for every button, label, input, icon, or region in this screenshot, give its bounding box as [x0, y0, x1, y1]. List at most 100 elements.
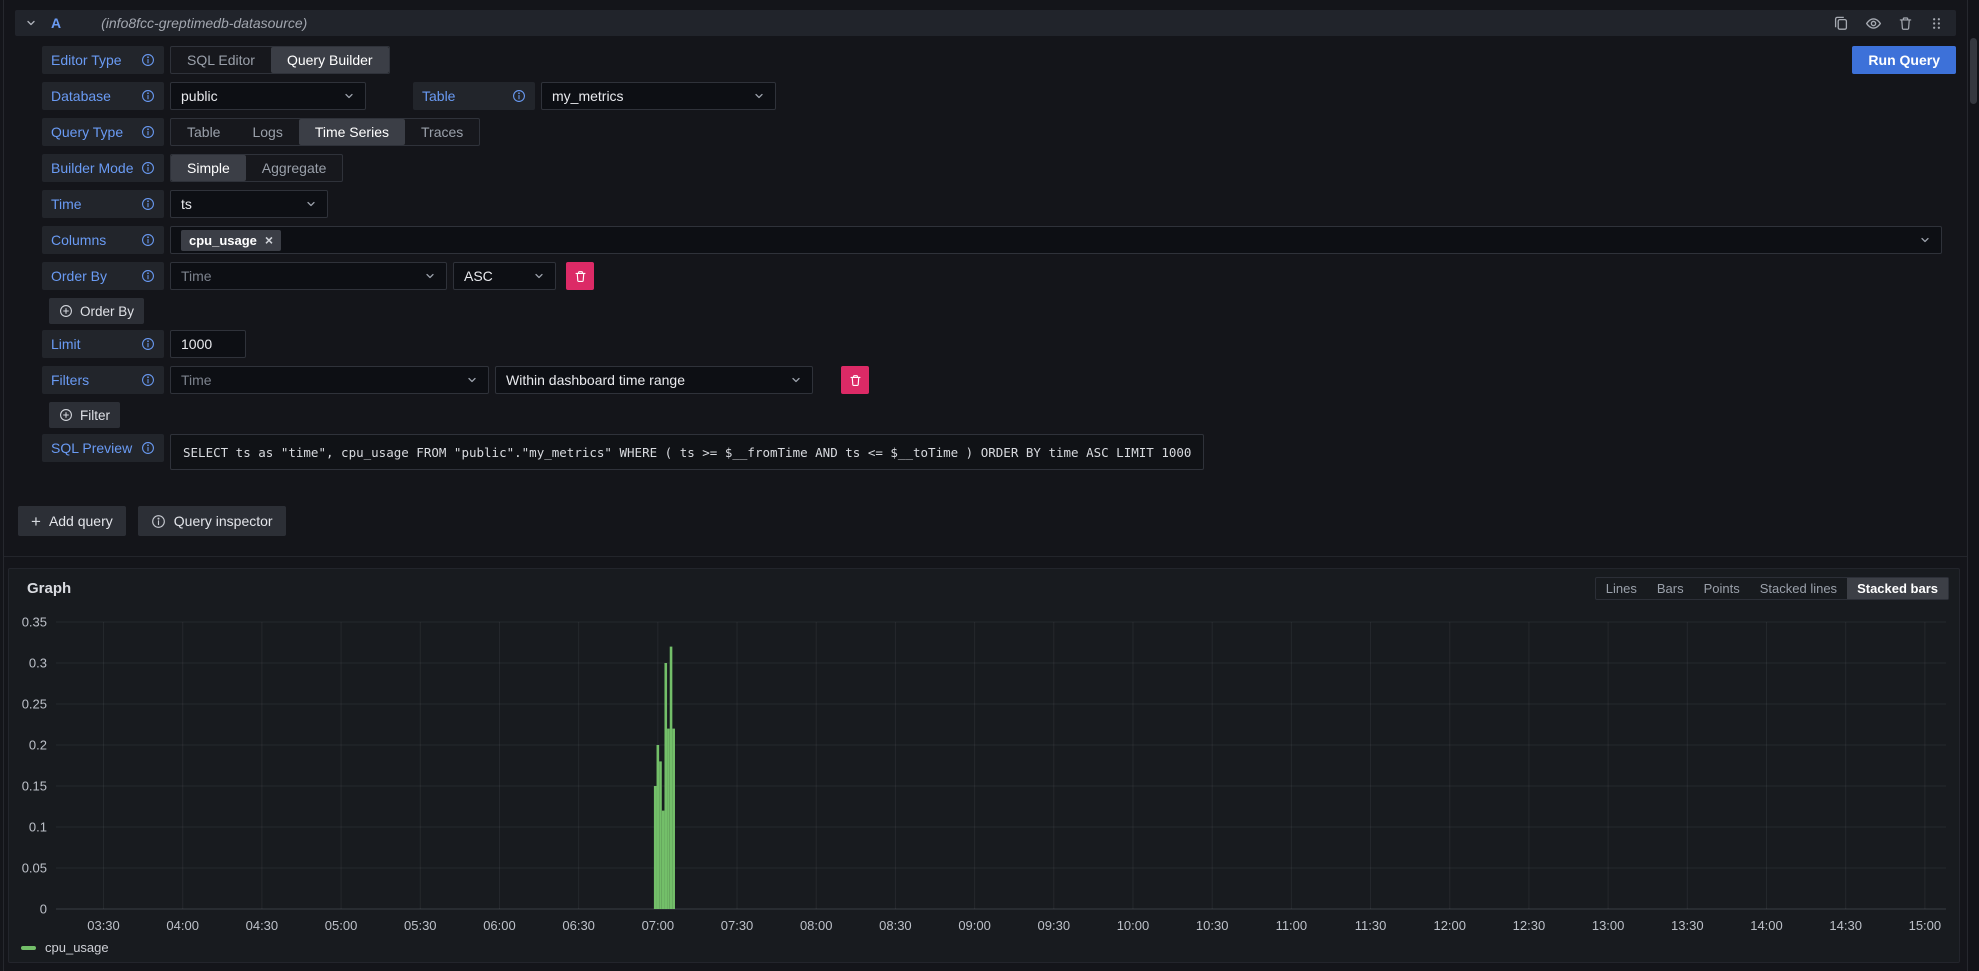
- info-icon[interactable]: [141, 197, 155, 211]
- database-label: Database: [42, 82, 164, 110]
- chevron-down-icon: [25, 17, 37, 29]
- columns-multiselect[interactable]: cpu_usage ×: [170, 226, 1942, 254]
- table-label: Table: [413, 82, 535, 110]
- order-by-row: Order By Time ASC: [42, 262, 1956, 290]
- info-icon[interactable]: [141, 53, 155, 67]
- builder-mode-toggle: Simple Aggregate: [170, 154, 343, 182]
- sql-preview-row: SQL Preview SELECT ts as "time", cpu_usa…: [42, 434, 1956, 470]
- svg-text:04:00: 04:00: [166, 918, 199, 933]
- info-icon[interactable]: [141, 337, 155, 351]
- info-icon[interactable]: [141, 125, 155, 139]
- database-select[interactable]: public: [170, 82, 366, 110]
- builder-mode-label: Builder Mode: [42, 154, 164, 182]
- info-icon[interactable]: [141, 233, 155, 247]
- toggle-query-visibility-button[interactable]: [1865, 15, 1882, 32]
- run-query-button[interactable]: Run Query: [1852, 46, 1956, 74]
- duplicate-query-button[interactable]: [1833, 15, 1849, 31]
- chevron-down-icon: [790, 374, 802, 386]
- order-by-direction-select[interactable]: ASC: [453, 262, 556, 290]
- remove-order-by-button[interactable]: [566, 262, 594, 290]
- svg-text:14:30: 14:30: [1829, 918, 1862, 933]
- query-type-option-traces[interactable]: Traces: [405, 119, 479, 145]
- legend-label: cpu_usage: [45, 940, 109, 955]
- query-type-option-time-series[interactable]: Time Series: [299, 119, 405, 145]
- info-icon[interactable]: [512, 89, 526, 103]
- svg-text:08:00: 08:00: [800, 918, 833, 933]
- limit-input[interactable]: 1000: [170, 330, 246, 358]
- pane-edge-divider: [3, 0, 4, 971]
- remove-column-icon[interactable]: ×: [265, 233, 273, 247]
- draw-mode-lines[interactable]: Lines: [1596, 578, 1647, 599]
- columns-row: Columns cpu_usage ×: [42, 226, 1956, 254]
- eye-icon: [1865, 15, 1882, 32]
- query-header-actions: [1833, 15, 1944, 32]
- time-column-select[interactable]: ts: [170, 190, 328, 218]
- svg-text:08:30: 08:30: [879, 918, 912, 933]
- editor-type-row: Editor Type SQL Editor Query Builder Run…: [42, 46, 1956, 74]
- chart[interactable]: 00.050.10.150.20.250.30.3503:3004:0004:3…: [9, 569, 1959, 962]
- filter-column-select[interactable]: Time: [170, 366, 489, 394]
- svg-text:03:30: 03:30: [87, 918, 120, 933]
- svg-text:05:00: 05:00: [325, 918, 358, 933]
- column-tag-cpu-usage: cpu_usage ×: [181, 230, 281, 251]
- query-type-option-logs[interactable]: Logs: [236, 119, 298, 145]
- query-inspector-button[interactable]: Query inspector: [138, 506, 286, 536]
- order-by-direction-value: ASC: [464, 268, 493, 284]
- svg-text:06:30: 06:30: [562, 918, 595, 933]
- collapse-query-button[interactable]: [25, 17, 37, 29]
- filters-label: Filters: [42, 366, 164, 394]
- time-label: Time: [42, 190, 164, 218]
- draw-mode-points[interactable]: Points: [1694, 578, 1750, 599]
- query-ref-id: A: [51, 15, 61, 31]
- info-icon[interactable]: [141, 269, 155, 283]
- time-row: Time ts: [42, 190, 1956, 218]
- builder-mode-option-aggregate[interactable]: Aggregate: [246, 155, 343, 181]
- svg-text:14:00: 14:00: [1750, 918, 1783, 933]
- editor-type-option-sql-editor[interactable]: SQL Editor: [171, 47, 271, 73]
- query-type-row: Query Type Table Logs Time Series Traces: [42, 118, 1956, 146]
- graph-panel-header: Graph Lines Bars Points Stacked lines St…: [9, 569, 1959, 601]
- builder-mode-option-simple[interactable]: Simple: [171, 155, 246, 181]
- scrollbar-track[interactable]: [1968, 0, 1979, 971]
- add-order-by-button[interactable]: Order By: [49, 298, 144, 324]
- svg-text:0.2: 0.2: [29, 738, 47, 753]
- time-column-value: ts: [181, 196, 192, 212]
- chevron-down-icon: [1919, 234, 1931, 246]
- filter-condition-select[interactable]: Within dashboard time range: [495, 366, 813, 394]
- svg-text:0.25: 0.25: [22, 697, 47, 712]
- add-filter-button[interactable]: Filter: [49, 402, 120, 428]
- pane-divider: [4, 556, 1967, 557]
- editor-type-toggle: SQL Editor Query Builder: [170, 46, 390, 74]
- svg-text:0.05: 0.05: [22, 861, 47, 876]
- plus-circle-icon: [59, 304, 73, 318]
- datasource-name: (info8fcc-greptimedb-datasource): [101, 15, 307, 31]
- sql-preview-label: SQL Preview: [42, 434, 164, 462]
- table-select[interactable]: my_metrics: [541, 82, 776, 110]
- chevron-down-icon: [466, 374, 478, 386]
- editor-type-option-query-builder[interactable]: Query Builder: [271, 47, 389, 73]
- svg-text:0.1: 0.1: [29, 820, 47, 835]
- remove-filter-button[interactable]: [841, 366, 869, 394]
- drag-query-handle[interactable]: [1929, 16, 1944, 31]
- info-icon[interactable]: [141, 373, 155, 387]
- svg-text:09:30: 09:30: [1038, 918, 1071, 933]
- order-by-column-placeholder: Time: [181, 268, 212, 284]
- legend-item-cpu-usage[interactable]: cpu_usage: [21, 940, 109, 955]
- info-icon[interactable]: [141, 161, 155, 175]
- scrollbar-thumb[interactable]: [1970, 38, 1977, 104]
- svg-text:0: 0: [40, 902, 47, 917]
- query-type-option-table[interactable]: Table: [171, 119, 236, 145]
- info-icon[interactable]: [141, 441, 155, 455]
- draw-mode-stacked-bars[interactable]: Stacked bars: [1847, 578, 1948, 599]
- svg-text:10:00: 10:00: [1117, 918, 1150, 933]
- delete-query-button[interactable]: [1898, 16, 1913, 31]
- add-query-button[interactable]: + Add query: [18, 506, 126, 536]
- chevron-down-icon: [753, 90, 765, 102]
- plus-icon: +: [31, 513, 41, 530]
- draw-mode-stacked-lines[interactable]: Stacked lines: [1750, 578, 1847, 599]
- query-type-toggle: Table Logs Time Series Traces: [170, 118, 480, 146]
- draw-mode-bars[interactable]: Bars: [1647, 578, 1694, 599]
- info-circle-icon: [151, 514, 166, 529]
- order-by-column-select[interactable]: Time: [170, 262, 447, 290]
- info-icon[interactable]: [141, 89, 155, 103]
